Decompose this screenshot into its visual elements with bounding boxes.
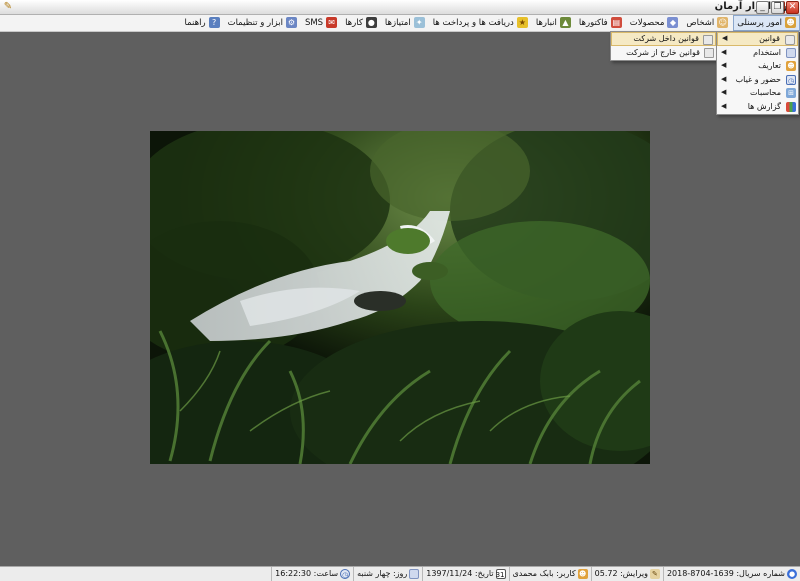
menu-label: امور پرسنلی xyxy=(737,18,782,28)
status-version-text: ویرایش: 05.72 xyxy=(594,569,648,578)
dropdown-item-reports[interactable]: گزارش ها ◀ xyxy=(717,100,798,114)
dropdown-label: استخدام xyxy=(753,47,781,57)
status-day: روز: چهار شنبه xyxy=(353,567,422,581)
submenu-arrow-icon: ◀ xyxy=(721,88,727,97)
calc-icon: ⊞ xyxy=(786,88,796,99)
menu-warehouses[interactable]: ▲انبارها xyxy=(533,15,574,31)
submenu-label: قوانین داخل شرکت xyxy=(633,34,699,43)
menu-label: فاکتورها xyxy=(578,18,608,28)
dropdown-item-rules[interactable]: قوانین ◀ xyxy=(717,32,798,46)
menu-invoices[interactable]: ▤فاکتورها xyxy=(576,15,625,31)
menu-tools[interactable]: ⚙ابزار و تنظیمات xyxy=(225,15,300,31)
status-user-text: کاربر: بابک محمدی xyxy=(512,569,576,578)
document-icon xyxy=(704,48,714,58)
menu-help[interactable]: ?راهنما xyxy=(182,15,223,31)
warehouse-icon: ▲ xyxy=(559,17,571,28)
dropdown-item-hire[interactable]: استخدام ◀ xyxy=(717,46,798,60)
report-icon xyxy=(786,101,796,112)
menu-products[interactable]: ◆محصولات xyxy=(627,15,682,31)
status-date: 31تاریخ: 1397/11/24 xyxy=(422,567,508,581)
dropdown-item-attendance[interactable]: ◷ حضور و غیاب ◀ xyxy=(717,73,798,87)
tasks-icon: ● xyxy=(365,17,377,28)
submenu-arrow-icon: ◀ xyxy=(721,61,727,70)
star-icon: ✦ xyxy=(413,17,425,28)
menu-label: راهنما xyxy=(184,18,206,28)
status-time-text: ساعت: 16:22:30 xyxy=(275,569,339,578)
invoice-icon: ▤ xyxy=(610,17,622,28)
menu-payments[interactable]: ★دریافت ها و پرداخت ها xyxy=(430,15,531,31)
calendar-grid-icon xyxy=(409,568,420,579)
dropdown-item-calculations[interactable]: ⊞ محاسبات ◀ xyxy=(717,86,798,100)
menu-label: امتیازها xyxy=(384,18,411,28)
pencil-icon: ✎ xyxy=(649,568,660,579)
menu-sms[interactable]: ✉SMS xyxy=(302,15,340,31)
tools-icon: ⚙ xyxy=(285,17,297,28)
dropdown-label: گزارش ها xyxy=(747,101,781,111)
menu-personnel[interactable]: ☻امور پرسنلی xyxy=(733,15,800,31)
products-icon: ◆ xyxy=(667,17,679,28)
status-date-text: تاریخ: 1397/11/24 xyxy=(426,569,494,578)
menu-label: کارها xyxy=(345,18,363,28)
restore-button[interactable]: ❐ xyxy=(771,1,784,14)
dropdown-label: محاسبات xyxy=(750,88,781,98)
person-icon: ☺ xyxy=(717,17,729,28)
user-icon: ☻ xyxy=(577,568,588,579)
menu-bar: ☻امور پرسنلی ☺اشخاص ◆محصولات ▤فاکتورها ▲… xyxy=(0,15,800,32)
dropdown-item-definitions[interactable]: ☻ تعاریف ◀ xyxy=(717,59,798,73)
globe-icon: ● xyxy=(787,568,797,579)
minimize-button[interactable]: _ xyxy=(756,1,769,14)
calendar-icon: 31 xyxy=(495,568,506,579)
title-bar: ✕ نرم افزار آرمان ✎ xyxy=(0,0,800,15)
payment-icon: ★ xyxy=(516,17,528,28)
submenu-arrow-icon: ◀ xyxy=(722,34,728,42)
rules-submenu: قوانین داخل شرکت قوانین خارج از شرکت xyxy=(610,31,717,61)
document-icon xyxy=(703,35,713,45)
menu-points[interactable]: ✦امتیازها xyxy=(382,15,428,31)
menu-label: اشخاص xyxy=(686,18,715,28)
submenu-arrow-icon: ◀ xyxy=(721,74,727,83)
submenu-label: قوانین خارج از شرکت xyxy=(626,48,700,57)
status-day-text: روز: چهار شنبه xyxy=(357,569,408,578)
menu-tasks[interactable]: ●کارها xyxy=(342,15,380,31)
clock-icon: ◷ xyxy=(786,74,796,85)
pencil-icon: ✎ xyxy=(3,1,13,12)
submenu-arrow-icon: ◀ xyxy=(721,101,727,110)
people-icon: ☻ xyxy=(785,17,796,28)
menu-label: SMS xyxy=(304,18,324,28)
status-version: ✎ویرایش: 05.72 xyxy=(590,567,663,581)
rules-icon xyxy=(785,35,795,45)
background-photo xyxy=(150,131,650,464)
dropdown-label: قوانین xyxy=(759,34,780,43)
status-time: ◷ساعت: 16:22:30 xyxy=(271,567,353,581)
menu-label: محصولات xyxy=(629,18,665,28)
sms-icon: ✉ xyxy=(326,17,338,28)
submenu-internal-rules[interactable]: قوانین داخل شرکت xyxy=(611,32,716,46)
menu-label: ابزار و تنظیمات xyxy=(227,18,283,28)
dropdown-label: حضور و غیاب xyxy=(735,74,781,84)
close-button[interactable]: ✕ xyxy=(786,1,799,14)
dropdown-label: تعاریف xyxy=(758,61,781,71)
menu-persons[interactable]: ☺اشخاص xyxy=(683,15,731,31)
status-bar: ●شماره سریال: 1639-8704-2018 ✎ویرایش: 05… xyxy=(0,566,800,581)
help-icon: ? xyxy=(208,17,220,28)
status-user: ☻کاربر: بابک محمدی xyxy=(508,567,591,581)
definitions-icon: ☻ xyxy=(786,61,796,72)
clock-icon: ◷ xyxy=(340,568,351,579)
status-serial-text: شماره سریال: 1639-8704-2018 xyxy=(666,569,785,578)
hire-icon xyxy=(786,47,796,58)
submenu-arrow-icon: ◀ xyxy=(721,47,727,56)
personnel-dropdown: قوانین ◀ استخدام ◀ ☻ تعاریف ◀ ◷ حضور و غ… xyxy=(716,31,799,115)
menu-label: دریافت ها و پرداخت ها xyxy=(432,18,514,28)
submenu-external-rules[interactable]: قوانین خارج از شرکت xyxy=(611,46,716,60)
menu-label: انبارها xyxy=(535,18,557,28)
status-serial: ●شماره سریال: 1639-8704-2018 xyxy=(662,567,800,581)
